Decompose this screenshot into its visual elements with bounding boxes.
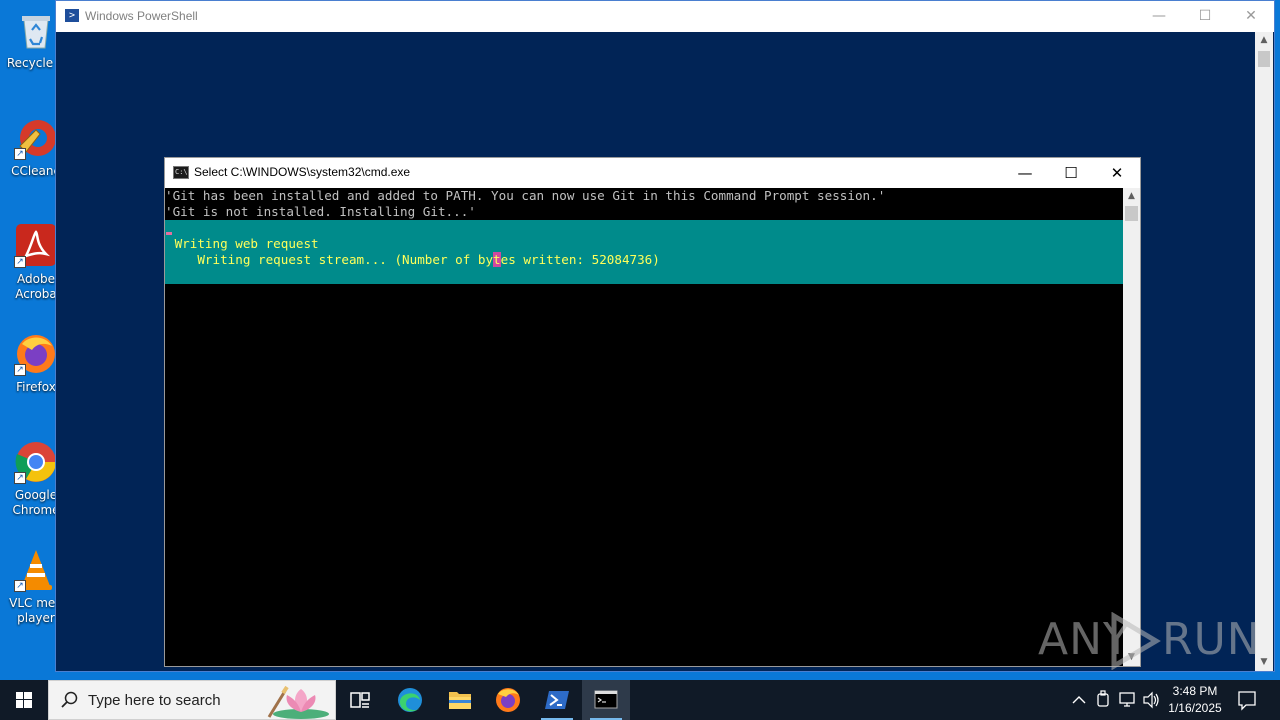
desktop-icon-label: Adobe Acroba	[15, 272, 57, 301]
progress-status-text: es written: 52084736)	[500, 252, 660, 267]
chrome-icon: ↗	[14, 440, 58, 484]
taskbar-cmd[interactable]	[582, 680, 630, 720]
maximize-button[interactable]: ☐	[1182, 1, 1228, 32]
shortcut-arrow-icon: ↗	[14, 148, 26, 160]
minimize-button[interactable]: —	[1002, 158, 1048, 188]
selection-marker	[166, 232, 172, 235]
tray-network[interactable]	[1116, 680, 1138, 720]
powershell-icon	[545, 691, 569, 709]
clock-date: 1/16/2025	[1168, 701, 1222, 715]
progress-block: Writing web request Writing request stre…	[165, 220, 1124, 284]
action-center-button[interactable]	[1232, 680, 1262, 720]
firefox-icon: ↗	[14, 332, 58, 376]
cmd-icon: C:\	[173, 166, 189, 179]
tray-show-hidden-button[interactable]	[1068, 680, 1090, 720]
close-button[interactable]: ✕	[1094, 158, 1140, 188]
chevron-up-icon	[1072, 696, 1086, 704]
search-icon	[61, 691, 78, 708]
notification-icon	[1238, 691, 1256, 711]
clock-time: 3:48 PM	[1172, 684, 1218, 698]
shortcut-arrow-icon: ↗	[14, 580, 26, 592]
desktop: Recycle B ↗ CCleane ↗ Adobe Acroba ↗ Fir…	[0, 0, 1280, 680]
vertical-scrollbar[interactable]: ▲ ▼	[1123, 188, 1140, 666]
cmd-titlebar[interactable]: C:\ Select C:\WINDOWS\system32\cmd.exe —…	[165, 158, 1140, 188]
firefox-icon	[496, 688, 520, 712]
maximize-button[interactable]: ☐	[1048, 158, 1094, 188]
task-view-icon	[350, 692, 370, 708]
taskbar-search-box[interactable]: Type here to search	[48, 680, 336, 720]
ccleaner-icon: ↗	[14, 116, 58, 160]
scroll-up-arrow-icon[interactable]: ▲	[1255, 32, 1273, 49]
search-placeholder: Type here to search	[88, 692, 221, 709]
taskbar-powershell[interactable]	[533, 680, 581, 720]
shortcut-arrow-icon: ↗	[14, 472, 26, 484]
taskbar-firefox[interactable]	[484, 680, 532, 720]
shortcut-arrow-icon: ↗	[14, 256, 26, 268]
search-highlight-lotus-icon	[267, 685, 329, 719]
vertical-scrollbar[interactable]: ▲ ▼	[1255, 32, 1273, 671]
windows-logo-icon	[16, 692, 32, 708]
cmd-window[interactable]: C:\ Select C:\WINDOWS\system32\cmd.exe —…	[164, 157, 1141, 667]
window-title: Windows PowerShell	[85, 9, 198, 23]
edge-icon	[398, 688, 422, 712]
progress-status-text: Writing request stream... (Number of by	[167, 252, 494, 267]
text-cursor: t	[493, 252, 501, 267]
tray-volume[interactable]	[1140, 680, 1162, 720]
start-button[interactable]	[0, 680, 48, 720]
progress-status: Writing request stream... (Number of byt…	[167, 252, 660, 268]
adobe-acrobat-icon: ↗	[14, 224, 58, 268]
powershell-titlebar[interactable]: > Windows PowerShell — ☐ ✕	[56, 1, 1274, 32]
scroll-thumb[interactable]	[1125, 206, 1138, 221]
close-button[interactable]: ✕	[1228, 1, 1274, 32]
progress-activity: Writing web request	[167, 236, 319, 251]
scroll-up-arrow-icon[interactable]: ▲	[1123, 188, 1140, 205]
network-icon	[1119, 692, 1135, 707]
vlc-icon: ↗	[14, 548, 58, 592]
console-line: 'Git is not installed. Installing Git...…	[165, 204, 476, 219]
desktop-icon-label: Google Chrome	[12, 488, 60, 517]
recycle-bin-icon	[14, 8, 58, 52]
minimize-button[interactable]: —	[1136, 1, 1182, 32]
console-output[interactable]: 'Git has been installed and added to PAT…	[165, 188, 1124, 666]
taskbar-file-explorer[interactable]	[436, 680, 484, 720]
taskbar-task-view[interactable]	[336, 680, 384, 720]
anyrun-watermark: ANY RUN	[1038, 612, 1260, 672]
powershell-icon: >	[65, 9, 79, 22]
taskbar-edge[interactable]	[386, 680, 434, 720]
volume-icon	[1143, 691, 1159, 709]
scroll-thumb[interactable]	[1258, 51, 1270, 67]
taskbar-clock[interactable]: 3:48 PM 1/16/2025	[1160, 683, 1230, 717]
cmd-icon	[594, 690, 618, 709]
console-line: 'Git has been installed and added to PAT…	[165, 188, 886, 203]
folder-icon	[449, 692, 471, 709]
play-logo-icon	[1111, 612, 1161, 670]
taskbar: Type here to search 3:48 PM 1/16/2025	[0, 680, 1280, 720]
shortcut-arrow-icon: ↗	[14, 364, 26, 376]
window-title: Select C:\WINDOWS\system32\cmd.exe	[194, 165, 411, 179]
watermark-text: RUN	[1162, 614, 1261, 665]
tray-usb[interactable]	[1092, 680, 1114, 720]
usb-device-icon	[1097, 690, 1109, 707]
